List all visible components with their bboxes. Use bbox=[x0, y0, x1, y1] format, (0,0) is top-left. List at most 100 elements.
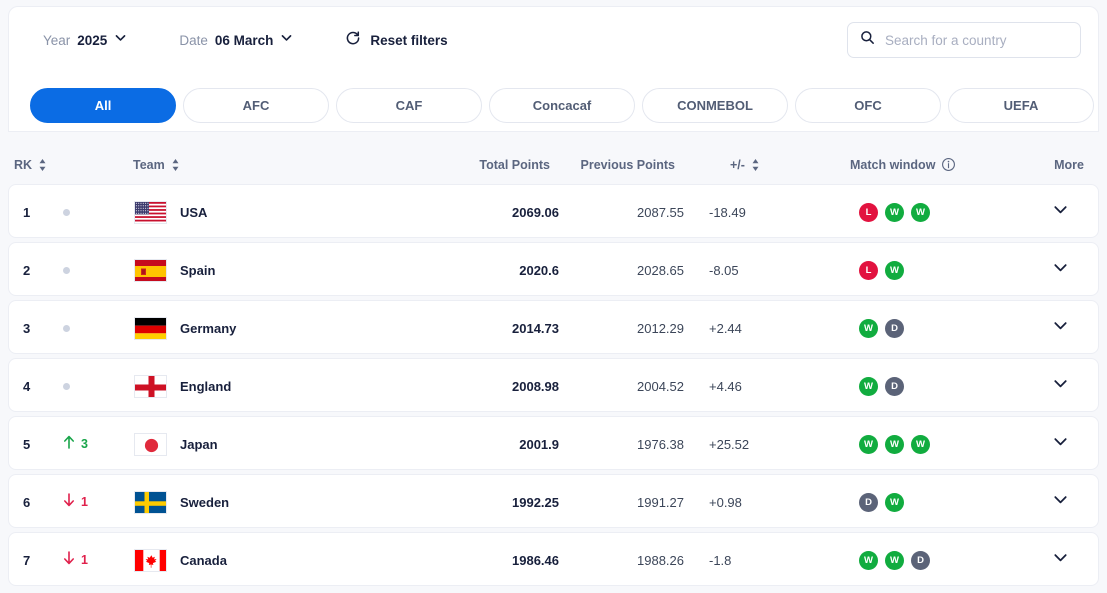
flag-spain-icon bbox=[134, 259, 167, 282]
rank-number: 6 bbox=[23, 475, 57, 529]
column-header-team[interactable]: Team bbox=[133, 146, 180, 183]
year-filter-label: Year bbox=[43, 33, 70, 48]
match-window-results: WD bbox=[859, 359, 904, 413]
rank-change bbox=[63, 243, 113, 297]
match-result-badge: W bbox=[859, 319, 878, 338]
chevron-down-icon bbox=[1052, 259, 1069, 281]
chevron-down-icon bbox=[1052, 375, 1069, 397]
total-points: 2014.73 bbox=[449, 301, 559, 355]
tab-caf[interactable]: CAF bbox=[336, 88, 482, 123]
match-result-badge: W bbox=[885, 203, 904, 222]
refresh-icon bbox=[345, 30, 361, 51]
expand-row-button[interactable] bbox=[1040, 533, 1080, 587]
chevron-down-icon bbox=[1052, 549, 1069, 571]
year-filter[interactable]: Year 2025 bbox=[43, 31, 127, 49]
ranking-page: Year 2025 Date 06 March bbox=[0, 0, 1107, 593]
match-result-badge: W bbox=[859, 551, 878, 570]
match-window-results: LWW bbox=[859, 185, 930, 239]
chevron-down-icon bbox=[1052, 433, 1069, 455]
tab-conmebol[interactable]: CONMEBOL bbox=[642, 88, 788, 123]
rank-change-value: 1 bbox=[81, 553, 88, 567]
match-window-results: DW bbox=[859, 475, 904, 529]
rank-change bbox=[63, 359, 113, 413]
expand-row-button[interactable] bbox=[1040, 185, 1080, 239]
rank-number: 5 bbox=[23, 417, 57, 471]
reset-filters-label: Reset filters bbox=[370, 33, 447, 48]
column-header-rank[interactable]: RK bbox=[14, 146, 47, 183]
team-cell: Germany bbox=[134, 301, 236, 355]
expand-row-button[interactable] bbox=[1040, 359, 1080, 413]
table-header: RK Team Total Points Previous Points +/- bbox=[0, 146, 1107, 183]
date-filter[interactable]: Date 06 March bbox=[179, 31, 293, 49]
rank-up-icon bbox=[63, 435, 75, 454]
team-name: Japan bbox=[180, 437, 218, 452]
column-header-previous-points: Previous Points bbox=[565, 146, 675, 183]
column-header-diff[interactable]: +/- bbox=[730, 146, 760, 183]
previous-points: 1991.27 bbox=[574, 475, 684, 529]
table-row[interactable]: 3 Germany 2014.73 2012.29 +2.44 WD bbox=[8, 300, 1099, 354]
match-result-badge: D bbox=[859, 493, 878, 512]
match-result-badge: W bbox=[885, 493, 904, 512]
tab-uefa[interactable]: UEFA bbox=[948, 88, 1094, 123]
match-window-results: WWW bbox=[859, 417, 930, 471]
sort-icon bbox=[38, 158, 47, 172]
flag-england-icon bbox=[134, 375, 167, 398]
table-row[interactable]: 2 Spain 2020.6 2028.65 -8.05 LW bbox=[8, 242, 1099, 296]
team-name: Sweden bbox=[180, 495, 229, 510]
table-row[interactable]: 1 USA 2069.06 2087.55 -18.49 LWW bbox=[8, 184, 1099, 238]
chevron-down-icon bbox=[1052, 317, 1069, 339]
match-result-badge: W bbox=[911, 203, 930, 222]
chevron-down-icon bbox=[1052, 491, 1069, 513]
match-result-badge: D bbox=[885, 319, 904, 338]
flag-sweden-icon bbox=[134, 491, 167, 514]
team-cell: Sweden bbox=[134, 475, 229, 529]
search-box[interactable] bbox=[847, 22, 1081, 58]
points-difference: +25.52 bbox=[709, 417, 789, 471]
rank-change: 1 bbox=[63, 475, 113, 529]
expand-row-button[interactable] bbox=[1040, 301, 1080, 355]
column-header-match-window-label: Match window bbox=[850, 158, 935, 172]
flag-usa-icon bbox=[134, 201, 167, 224]
tab-concacaf[interactable]: Concacaf bbox=[489, 88, 635, 123]
table-row[interactable]: 5 3 Japan 2001.9 1976.38 +25.52 WWW bbox=[8, 416, 1099, 470]
expand-row-button[interactable] bbox=[1040, 475, 1080, 529]
match-result-badge: W bbox=[885, 435, 904, 454]
match-result-badge: D bbox=[911, 551, 930, 570]
date-filter-value: 06 March bbox=[215, 33, 274, 48]
table-row[interactable]: 7 1 Canada 1986.46 1988.26 -1.8 WWD bbox=[8, 532, 1099, 586]
rank-number: 1 bbox=[23, 185, 57, 239]
team-cell: Canada bbox=[134, 533, 227, 587]
table-row[interactable]: 4 England 2008.98 2004.52 +4.46 WD bbox=[8, 358, 1099, 412]
total-points: 2008.98 bbox=[449, 359, 559, 413]
previous-points: 2087.55 bbox=[574, 185, 684, 239]
total-points: 2069.06 bbox=[449, 185, 559, 239]
total-points: 2020.6 bbox=[449, 243, 559, 297]
team-cell: Spain bbox=[134, 243, 215, 297]
tab-all[interactable]: All bbox=[30, 88, 176, 123]
search-input[interactable] bbox=[885, 33, 1068, 48]
rank-down-icon bbox=[63, 493, 75, 512]
chevron-down-icon bbox=[1052, 201, 1069, 223]
team-cell: USA bbox=[134, 185, 207, 239]
total-points: 1992.25 bbox=[449, 475, 559, 529]
sort-icon bbox=[171, 158, 180, 172]
rank-change bbox=[63, 301, 113, 355]
reset-filters-button[interactable]: Reset filters bbox=[345, 30, 447, 51]
chevron-down-icon bbox=[114, 31, 127, 49]
rank-change-value: 1 bbox=[81, 495, 88, 509]
match-result-badge: W bbox=[859, 377, 878, 396]
match-result-badge: W bbox=[859, 435, 878, 454]
table-row[interactable]: 6 1 Sweden 1992.25 1991.27 +0.98 DW bbox=[8, 474, 1099, 528]
expand-row-button[interactable] bbox=[1040, 243, 1080, 297]
tab-afc[interactable]: AFC bbox=[183, 88, 329, 123]
expand-row-button[interactable] bbox=[1040, 417, 1080, 471]
tab-ofc[interactable]: OFC bbox=[795, 88, 941, 123]
rank-unchanged-icon bbox=[63, 209, 70, 216]
filter-card: Year 2025 Date 06 March bbox=[8, 6, 1099, 132]
info-icon[interactable] bbox=[941, 157, 956, 172]
team-cell: Japan bbox=[134, 417, 218, 471]
ranking-table-body: 1 USA 2069.06 2087.55 -18.49 LWW 2 Spai bbox=[0, 184, 1107, 590]
column-header-team-label: Team bbox=[133, 158, 165, 172]
rank-change: 1 bbox=[63, 533, 113, 587]
previous-points: 2028.65 bbox=[574, 243, 684, 297]
